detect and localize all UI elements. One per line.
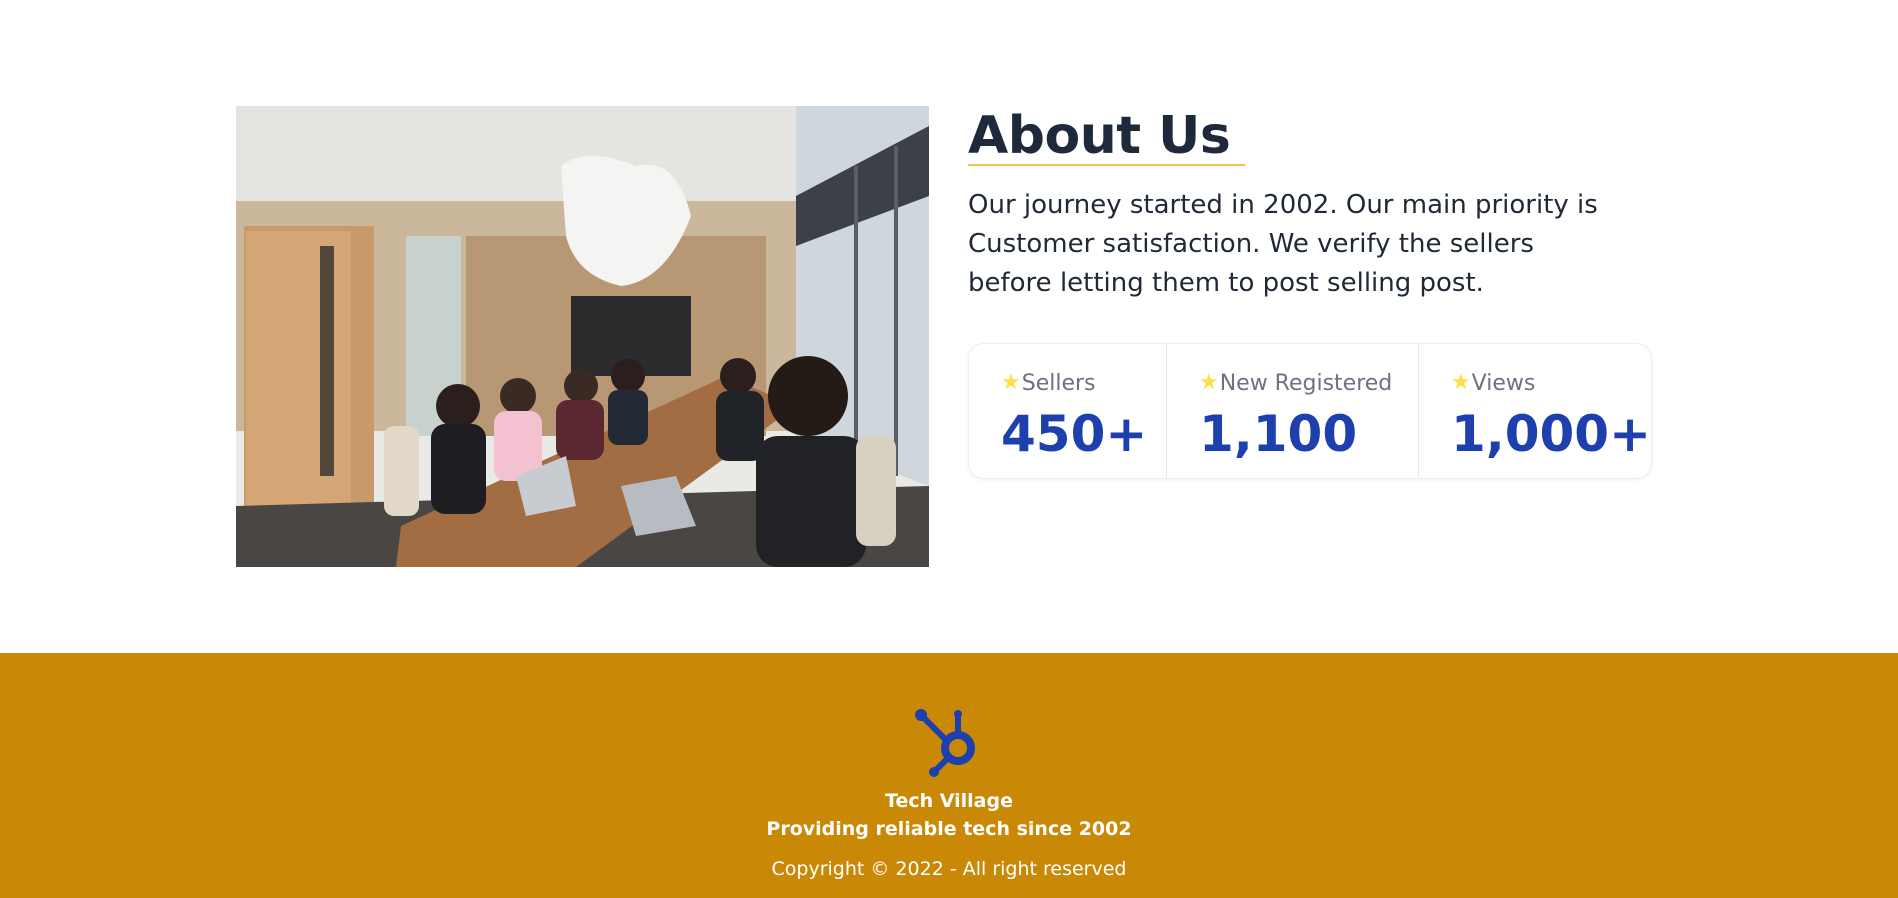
stat-value: 450+ — [1001, 405, 1148, 463]
star-icon: ★ — [1198, 370, 1219, 395]
stats-card: ★ Sellers 450+ ★ New Registered 1,100 ★ … — [968, 343, 1652, 479]
footer-copyright: Copyright © 2022 - All right reserved — [771, 858, 1127, 880]
stat-value: 1,100 — [1198, 405, 1358, 463]
stat-views: ★ Views 1,000+ — [1417, 344, 1651, 478]
stat-value: 1,000+ — [1450, 405, 1651, 463]
about-description: Our journey started in 2002. Our main pr… — [968, 190, 1598, 298]
stat-label: Views — [1471, 370, 1536, 396]
stat-label-row: ★ Views — [1451, 368, 1651, 398]
footer-tagline: Providing reliable tech since 2002 — [766, 818, 1132, 840]
stat-new-registered: ★ New Registered 1,100 — [1165, 344, 1418, 478]
stat-label: Sellers — [1021, 370, 1096, 396]
about-title: About Us — [968, 106, 1231, 166]
star-icon: ★ — [1450, 370, 1471, 395]
stat-sellers: ★ Sellers 450+ — [969, 344, 1166, 478]
stat-label-row: ★ New Registered — [1199, 368, 1418, 398]
hubspot-sprocket-icon[interactable] — [914, 708, 980, 778]
stat-label-row: ★ Sellers — [1001, 368, 1166, 398]
footer: Tech Village Providing reliable tech sin… — [0, 653, 1898, 898]
about-content: About Us Our journey started in 2002. Ou… — [968, 106, 1668, 303]
office-meeting-photo — [236, 106, 929, 567]
about-section: About Us Our journey started in 2002. Ou… — [0, 0, 1898, 653]
star-icon: ★ — [1001, 370, 1021, 395]
stat-label: New Registered — [1219, 370, 1393, 396]
footer-brand: Tech Village — [885, 790, 1013, 812]
